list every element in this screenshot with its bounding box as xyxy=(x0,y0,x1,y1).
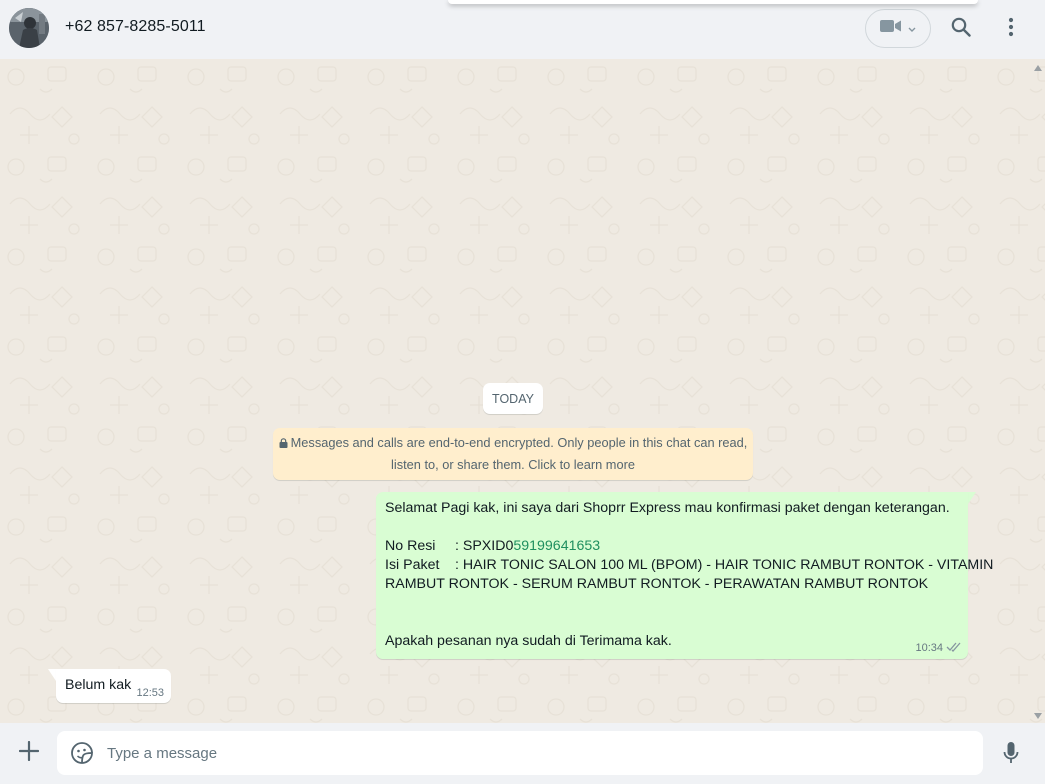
resi-phone-link[interactable]: 59199641653 xyxy=(513,538,600,554)
compose-bar xyxy=(0,723,1045,784)
contact-avatar[interactable] xyxy=(9,8,49,48)
message-resi-line: No Resi : SPXID059199641653 xyxy=(385,538,600,554)
menu-button[interactable] xyxy=(996,14,1026,44)
isi-text-line2: RAMBUT RONTOK - SERUM RAMBUT RONTOK - PE… xyxy=(385,576,929,592)
chat-header: +62 857-8285-5011 xyxy=(0,0,1045,59)
double-check-icon xyxy=(946,641,962,655)
date-divider: TODAY xyxy=(483,383,543,414)
message-input[interactable] xyxy=(107,731,967,775)
sticker-icon[interactable] xyxy=(70,741,94,765)
video-call-button[interactable] xyxy=(865,9,931,48)
microphone-icon xyxy=(1003,741,1019,770)
message-question: Apakah pesanan nya sudah di Terimama kak… xyxy=(385,633,672,649)
voice-message-button[interactable] xyxy=(996,740,1026,770)
attach-button[interactable] xyxy=(14,738,44,768)
lock-icon xyxy=(279,433,288,454)
plus-icon xyxy=(18,740,40,766)
message-greeting: Selamat Pagi kak, ini saya dari Shoprr E… xyxy=(385,500,950,516)
incoming-time: 12:53 xyxy=(136,687,164,699)
message-input-box xyxy=(57,731,983,775)
encryption-text-line1: Messages and calls are end-to-end encryp… xyxy=(290,435,748,450)
bubble-tail xyxy=(48,669,56,681)
bubble-tail xyxy=(968,492,976,504)
isi-label: Isi Paket xyxy=(385,557,440,573)
resi-prefix: : SPXID0 xyxy=(455,538,514,554)
incoming-text: Belum kak xyxy=(65,677,132,693)
encryption-text-line2: listen to, or share them. Click to learn… xyxy=(391,457,635,472)
video-camera-icon xyxy=(880,19,902,38)
outgoing-message[interactable]: Selamat Pagi kak, ini saya dari Shoprr E… xyxy=(376,492,993,659)
search-button[interactable] xyxy=(946,14,976,44)
chevron-down-icon xyxy=(908,20,916,38)
kebab-menu-icon xyxy=(1008,17,1014,42)
encryption-notice[interactable]: Messages and calls are end-to-end encryp… xyxy=(273,428,753,480)
resi-label: No Resi xyxy=(385,538,436,554)
search-icon xyxy=(951,17,971,42)
chat-area[interactable]: TODAY Messages and calls are end-to-end … xyxy=(0,59,1045,723)
scroll-up-arrow[interactable] xyxy=(1034,65,1042,71)
message-meta: 10:34 xyxy=(915,641,962,655)
incoming-message[interactable]: Belum kak 12:53 xyxy=(56,669,171,703)
message-isi-line: Isi Paket : HAIR TONIC SALON 100 ML (BPOM… xyxy=(385,557,993,573)
isi-text-line1: : HAIR TONIC SALON 100 ML (BPOM) - HAIR … xyxy=(455,557,994,573)
contact-name[interactable]: +62 857-8285-5011 xyxy=(65,18,206,36)
overlay-edge xyxy=(448,0,978,4)
message-time: 10:34 xyxy=(915,642,943,654)
scroll-down-arrow[interactable] xyxy=(1034,713,1042,719)
